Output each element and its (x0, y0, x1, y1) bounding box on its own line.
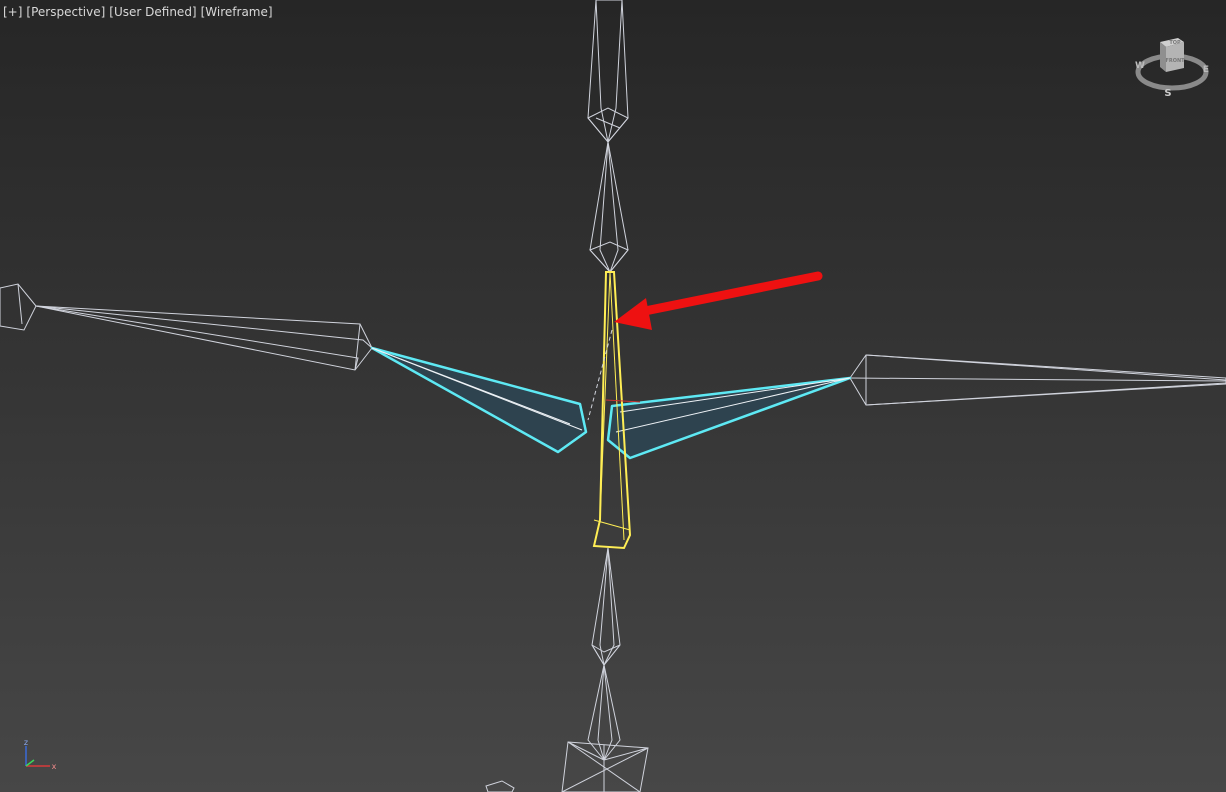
bone-right-clavicle-highlighted[interactable] (606, 376, 852, 460)
bone-top[interactable] (587, 0, 629, 143)
viewcube-east[interactable]: E (1203, 65, 1209, 75)
viewcube-front-face[interactable]: FRONT (1165, 58, 1185, 64)
axis-x-label: x (52, 762, 57, 771)
viewcube-south[interactable]: S (1164, 88, 1171, 99)
viewcube-icon[interactable]: TOP FRONT W E S (1130, 30, 1214, 102)
bone-lower-spine[interactable] (587, 547, 621, 761)
bone-neck[interactable] (589, 141, 629, 273)
red-arrow-annotation (614, 271, 823, 330)
bone-left-upper-arm[interactable] (0, 283, 373, 371)
bone-left-clavicle-highlighted[interactable] (370, 346, 588, 454)
bone-leg-stub[interactable] (485, 780, 515, 792)
bone-pelvis[interactable] (561, 741, 649, 792)
viewcube-top-face[interactable]: TOP (1169, 40, 1181, 46)
bone-right-upper-arm[interactable] (849, 354, 1226, 406)
wireframe-scene[interactable] (0, 0, 1226, 792)
viewcube-west[interactable]: W (1135, 61, 1145, 71)
axis-tripod-icon: z x (24, 738, 57, 771)
axis-z-label: z (24, 738, 28, 747)
perspective-viewport[interactable]: [+] [Perspective] [User Defined] [Wireframe… (0, 0, 1226, 792)
